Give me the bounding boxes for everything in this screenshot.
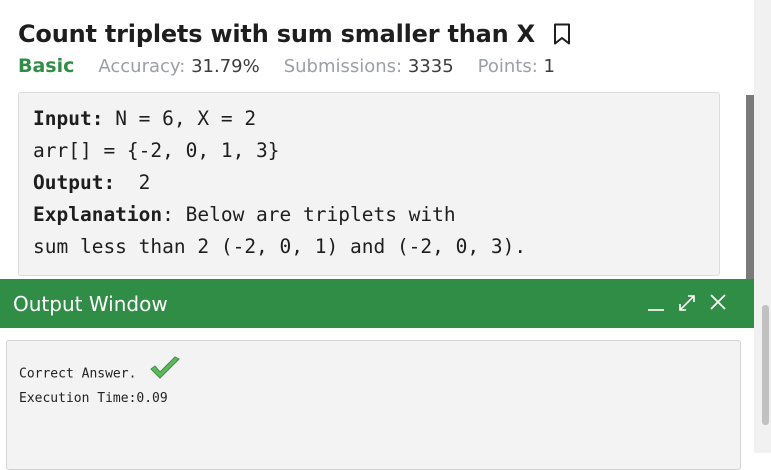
output-console: Correct Answer. Execution Time:0.09 bbox=[6, 340, 741, 470]
result-text: Correct Answer. bbox=[19, 366, 137, 382]
input-label: Input: bbox=[33, 107, 104, 130]
input-value: N = 6, X = 2 bbox=[103, 107, 257, 130]
problem-meta: Basic Accuracy: 31.79% Submissions: 3335… bbox=[18, 55, 555, 77]
page-scrollbar-thumb[interactable] bbox=[762, 305, 769, 425]
bookmark-icon[interactable] bbox=[553, 23, 571, 45]
minimize-icon[interactable] bbox=[646, 291, 666, 315]
points-value: 1 bbox=[543, 56, 555, 77]
accuracy: Accuracy: 31.79% bbox=[98, 56, 259, 77]
example-output-line: Output: 2 bbox=[33, 167, 705, 199]
output-window-title: Output Window bbox=[13, 292, 168, 316]
accuracy-label: Accuracy: bbox=[98, 56, 186, 77]
output-value: 2 bbox=[115, 171, 151, 194]
result-line: Correct Answer. bbox=[19, 356, 182, 387]
submissions: Submissions: 3335 bbox=[284, 56, 454, 77]
output-label: Output: bbox=[33, 171, 116, 194]
submissions-label: Submissions: bbox=[283, 56, 403, 77]
explanation-text: : Below are triplets with bbox=[162, 203, 456, 226]
close-icon[interactable] bbox=[708, 291, 728, 315]
title-row: Count triplets with sum smaller than X bbox=[18, 20, 571, 48]
example-input-line: Input: N = 6, X = 2 bbox=[33, 103, 705, 135]
problem-scrollbar[interactable] bbox=[746, 95, 754, 280]
difficulty-badge: Basic bbox=[18, 55, 75, 77]
problem-title: Count triplets with sum smaller than X bbox=[18, 20, 535, 48]
example-explanation-line2: sum less than 2 (-2, 0, 1) and (-2, 0, 3… bbox=[33, 235, 527, 258]
submissions-value: 3335 bbox=[407, 56, 454, 77]
points-label: Points: bbox=[477, 56, 538, 77]
execution-time: Execution Time:0.09 bbox=[19, 391, 168, 406]
example-arr-line: arr[] = {-2, 0, 1, 3} bbox=[33, 139, 280, 162]
example-explanation-line: Explanation: Below are triplets with bbox=[33, 199, 705, 231]
checkmark-icon bbox=[148, 355, 182, 387]
output-window-header: Output Window bbox=[0, 279, 754, 328]
points: Points: 1 bbox=[478, 56, 555, 77]
output-window-body: Correct Answer. Execution Time:0.09 bbox=[0, 328, 754, 470]
accuracy-value: 31.79% bbox=[191, 56, 260, 77]
example-block: Input: N = 6, X = 2 arr[] = {-2, 0, 1, 3… bbox=[18, 92, 720, 276]
explanation-label: Explanation bbox=[33, 203, 163, 226]
expand-icon[interactable] bbox=[677, 291, 697, 315]
